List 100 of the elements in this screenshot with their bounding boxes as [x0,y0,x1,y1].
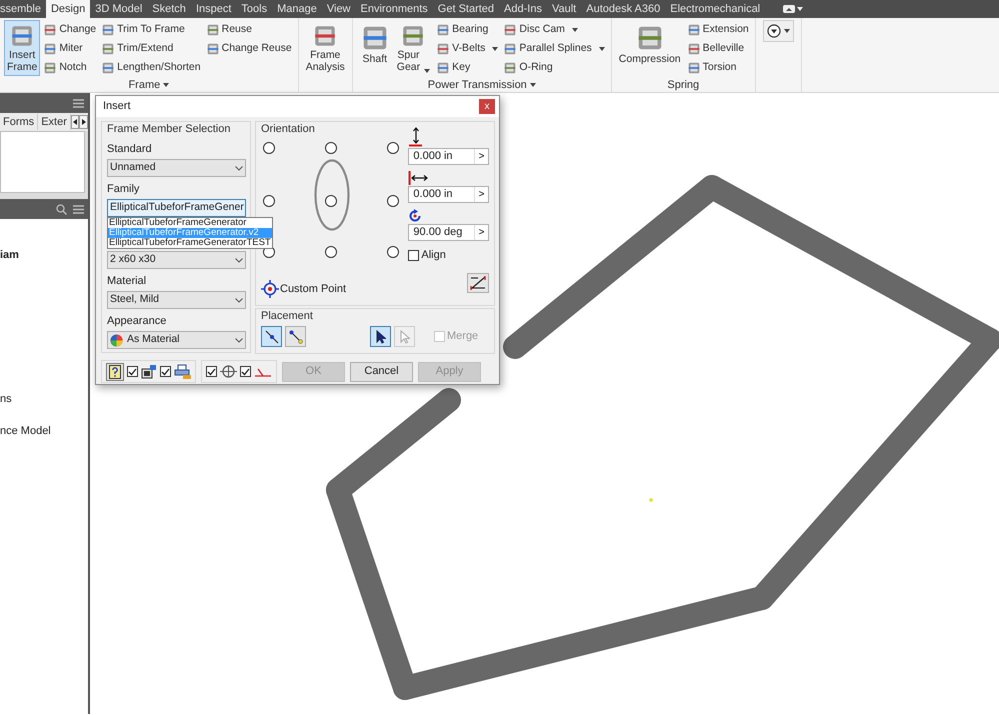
dropdown-field[interactable]: As Material [107,331,246,349]
ribbon-button[interactable]: Miter [41,39,98,58]
menu-tab[interactable]: Environments [356,0,433,18]
menu-tab[interactable]: Add-Ins [499,0,547,18]
menu-tab[interactable]: View [322,0,356,18]
ribbon-button[interactable]: Belleville [684,39,751,58]
scroll-right-button[interactable] [79,115,88,129]
radio-button[interactable] [325,195,337,207]
part-icon [503,22,518,36]
offset-field[interactable]: 0.000 in > [408,148,489,165]
ribbon-button[interactable]: Spur Gear [394,20,434,76]
select-button[interactable] [370,326,391,347]
panel-title: Spring [667,79,700,91]
part-icon [686,22,701,36]
dropdown-field[interactable]: EllipticalTubeforFrameGener [107,199,246,217]
ribbon-button[interactable]: Trim To Frame [99,20,203,39]
miter-icon [254,366,272,376]
radio-button[interactable] [263,195,275,207]
menu-tab[interactable]: Tools [236,0,272,18]
field-label: Material [107,274,148,288]
tick-icon [241,368,250,376]
help-button[interactable] [106,362,124,380]
menu-tab[interactable]: Sketch [147,0,191,18]
menu-icon [73,98,84,108]
radio-button[interactable] [387,246,399,258]
caret-icon [797,7,804,11]
caret-icon [163,83,170,87]
menu-tab[interactable]: 3D Model [90,0,148,18]
dialog-button[interactable]: Cancel [350,362,413,382]
search-icon[interactable] [56,204,67,214]
printer-icon [174,364,191,379]
target-icon [261,280,279,298]
offset-field[interactable]: 90.00 deg > [408,224,489,241]
dropdown-option[interactable]: EllipticalTubeforFrameGeneratorTEST [108,238,272,248]
horizontal-offset-icon [408,171,428,185]
ribbon-button[interactable]: Notch [41,58,98,77]
placement-button[interactable] [261,326,282,347]
ribbon-button[interactable]: Change [41,20,98,39]
radio-button[interactable] [325,246,337,258]
checkbox[interactable] [240,366,251,377]
panel-tab[interactable]: Forms [0,114,38,130]
menu-tab[interactable]: Vault [546,0,582,18]
checkbox[interactable] [206,366,217,377]
tick-icon [128,368,137,376]
part-icon [141,364,157,378]
ribbon-button[interactable]: Lengthen/Shorten [99,58,203,77]
ribbon-button[interactable]: Insert Frame [4,20,40,76]
chevron-icon [235,166,243,170]
ribbon-button[interactable]: Shaft [356,20,393,76]
tree-item[interactable]: iam [0,249,88,262]
field-label: Appearance [107,314,168,328]
tree-item[interactable]: nce Model [0,425,88,438]
part-icon [101,42,116,56]
menu-tab[interactable]: Autodesk A360 [581,0,666,18]
panel-menu-button[interactable] [163,83,170,87]
radio-button[interactable] [325,142,337,154]
placement-button[interactable] [285,326,306,347]
radio-button[interactable] [387,195,399,207]
menu-tab[interactable]: Design [46,0,90,18]
ribbon-button[interactable]: O-Ring [501,58,607,77]
close-button[interactable]: x [479,99,495,114]
dialog-title: Insert [103,99,131,114]
ribbon-button[interactable]: Torsion [684,58,751,77]
part-icon [436,60,450,74]
color-ball-icon [110,334,123,346]
ribbon-button[interactable]: V-Belts [434,39,500,58]
checkbox[interactable] [127,366,138,377]
tree-item[interactable]: ns [0,393,88,406]
flip-button[interactable] [467,272,489,292]
part-icon [43,60,58,74]
dropdown-field[interactable]: Unnamed [107,159,246,177]
offset-field[interactable]: 0.000 in > [408,186,489,203]
dropdown-option[interactable]: EllipticalTubeforFrameGenerator [108,218,272,228]
dropdown-field[interactable]: 2 x60 x30 [107,251,246,269]
ribbon-button[interactable]: Extension [684,20,751,39]
ribbon-button[interactable]: Bearing [434,20,500,39]
ribbon-button[interactable]: Parallel Splines [501,39,607,58]
caret-icon [784,29,790,33]
checkbox[interactable] [408,250,420,261]
menu-icon [73,204,84,214]
ribbon-button[interactable]: Disc Cam [501,20,607,39]
ribbon-button[interactable]: Reuse [204,20,294,39]
dropdown-field[interactable]: Steel, Mild [107,291,246,309]
view-button[interactable] [762,20,794,42]
menu-tab[interactable]: Electromechanical [665,0,766,18]
radio-button[interactable] [387,142,399,154]
ribbon-button[interactable]: Key [434,58,500,77]
chevron-icon [235,338,243,342]
menu-tab[interactable]: Inspect [190,0,236,18]
ribbon-button[interactable]: Change Reuse [204,39,294,58]
menu-tab[interactable]: ssemble [0,0,46,18]
ribbon-button[interactable]: Compression [616,20,684,76]
group-title: Frame Member Selection [107,123,232,136]
panel-menu-button[interactable] [530,83,536,87]
menu-tab[interactable]: Manage [272,0,322,18]
checkbox[interactable] [160,366,171,377]
radio-button[interactable] [263,142,275,154]
menu-tab[interactable]: Get Started [432,0,500,18]
ribbon-button[interactable]: Frame Analysis [302,20,348,76]
ribbon-button[interactable]: Trim/Extend [99,39,203,58]
